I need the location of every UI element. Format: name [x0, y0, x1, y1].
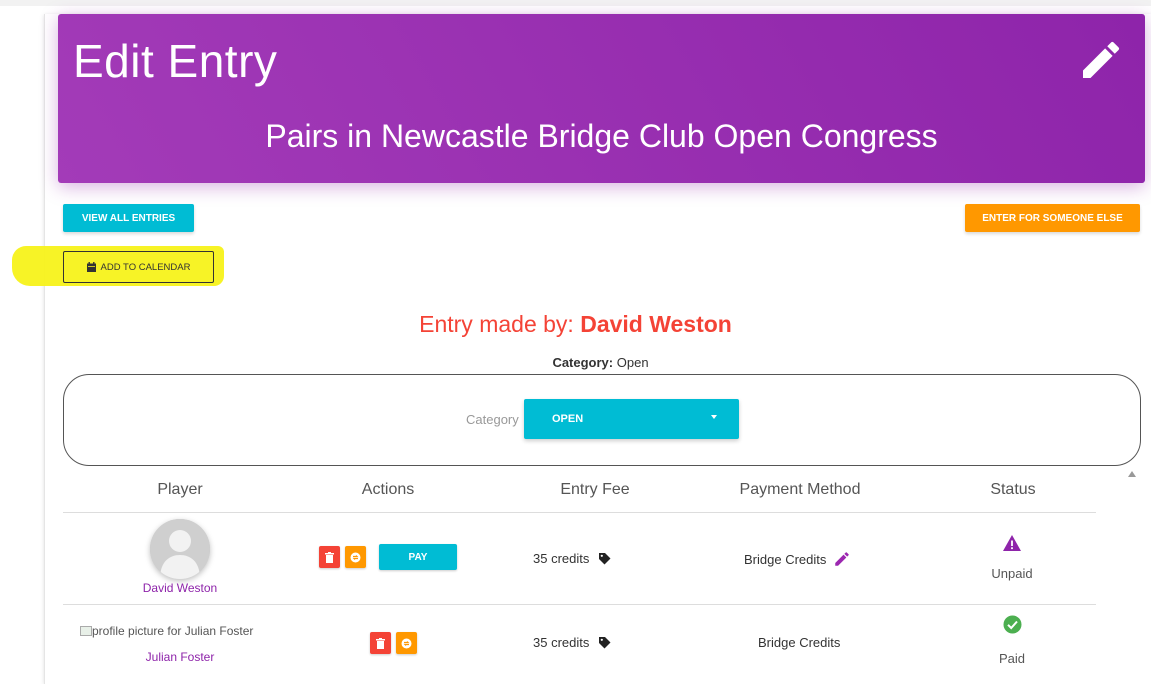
avatar-broken-image: profile picture for Julian Foster [80, 624, 280, 638]
delete-button[interactable] [370, 632, 391, 654]
top-strip [0, 0, 1151, 6]
swap-icon [350, 552, 361, 562]
header-player: Player [157, 481, 203, 498]
page-title: Edit Entry [73, 35, 278, 87]
scroll-up-arrow[interactable] [1128, 471, 1136, 477]
trash-icon [376, 637, 385, 649]
tag-icon [599, 553, 611, 565]
page-header: Edit Entry Pairs in Newcastle Bridge Clu… [58, 14, 1145, 183]
person-silhouette-icon [150, 519, 210, 579]
payment-method-value: Bridge Credits [744, 552, 827, 567]
entry-fee-cell: 35 credits [533, 551, 611, 566]
swap-player-button[interactable] [396, 632, 417, 654]
entry-fee-value: 35 credits [533, 635, 590, 650]
table-divider [63, 512, 1096, 513]
pay-button[interactable]: PAY [379, 544, 457, 570]
category-line: Category: Open [0, 355, 1151, 370]
chevron-down-icon [711, 415, 717, 419]
entry-fee-value: 35 credits [533, 551, 590, 566]
player-name-link[interactable]: Julian Foster [120, 650, 240, 664]
header-status: Status [990, 481, 1036, 498]
check-circle-icon [1003, 615, 1022, 634]
category-select-label: Category [466, 412, 519, 427]
entry-fee-cell: 35 credits [533, 635, 611, 650]
add-to-calendar-button[interactable]: ADD TO CALENDAR [63, 251, 214, 283]
entry-made-by-name: David Weston [580, 311, 732, 337]
status-text: Unpaid [991, 566, 1033, 581]
payment-method-value: Bridge Credits [758, 635, 841, 650]
header-payment-method: Payment Method [739, 481, 861, 498]
add-to-calendar-label: ADD TO CALENDAR [100, 261, 191, 273]
enter-for-someone-else-button[interactable]: ENTER FOR SOMEONE ELSE [965, 204, 1140, 232]
calendar-icon [86, 262, 96, 272]
category-value: Open [616, 355, 649, 370]
avatar-alt-text: profile picture for Julian Foster [92, 624, 254, 638]
entry-made-by: Entry made by: David Weston [0, 311, 1151, 338]
warning-icon [1003, 535, 1021, 551]
status-text: Paid [998, 651, 1026, 666]
view-all-entries-button[interactable]: VIEW ALL ENTRIES [63, 204, 194, 232]
header-actions: Actions [361, 481, 415, 498]
swap-icon [401, 638, 412, 648]
category-select[interactable]: OPEN [524, 399, 739, 439]
trash-icon [325, 551, 334, 563]
pencil-icon[interactable] [1077, 36, 1125, 84]
pencil-icon[interactable] [833, 550, 851, 568]
table-divider [63, 604, 1096, 605]
swap-player-button[interactable] [345, 546, 366, 568]
tag-icon [599, 637, 611, 649]
category-select-value: OPEN [552, 413, 584, 425]
header-entry-fee: Entry Fee [560, 481, 630, 498]
payment-method-cell: Bridge Credits [744, 550, 851, 568]
avatar [150, 519, 210, 579]
category-label: Category: [552, 355, 614, 370]
event-name: Pairs in Newcastle Bridge Club Open Cong… [265, 118, 938, 154]
player-name-link[interactable]: David Weston [120, 581, 240, 595]
delete-button[interactable] [319, 546, 340, 568]
entry-made-by-label: Entry made by: [419, 311, 574, 337]
